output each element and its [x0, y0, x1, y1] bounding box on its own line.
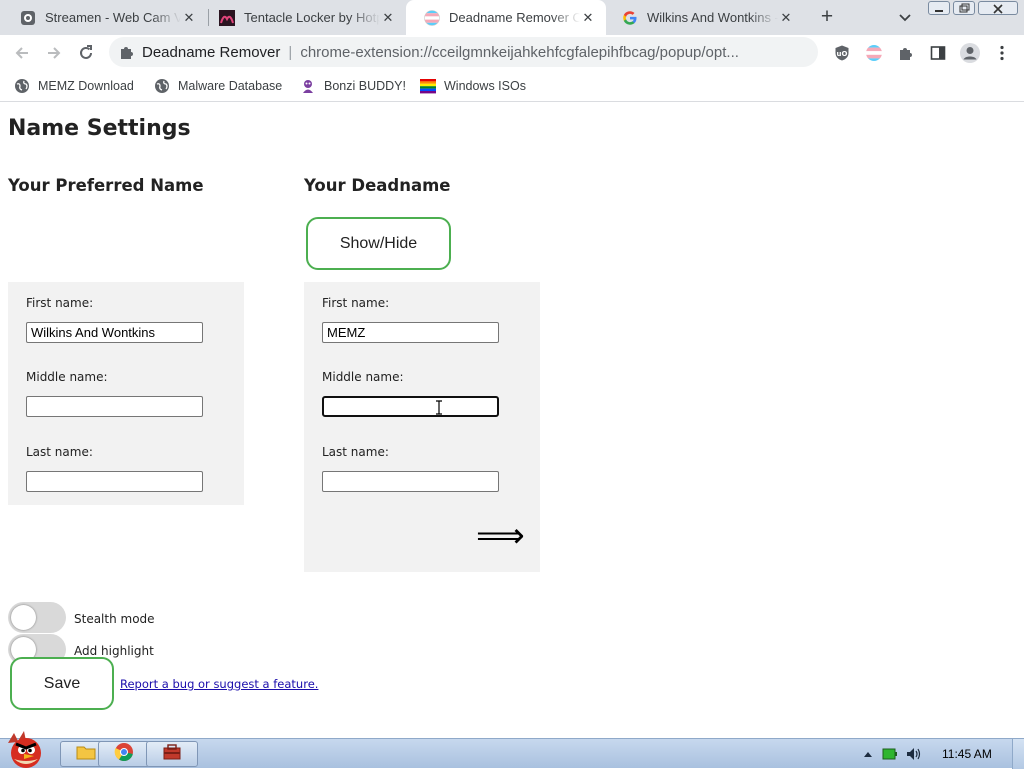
url-text: chrome-extension://cceilgmnkeijahkehfcgf…	[300, 44, 739, 61]
tab-tentacle-locker[interactable]: Tentacle Locker by Hotpotato ✕	[201, 0, 406, 35]
chrome-icon	[114, 742, 134, 767]
folder-icon	[76, 743, 96, 766]
tab-title: Deadname Remover Options	[449, 10, 580, 25]
side-panel-icon[interactable]	[925, 40, 951, 66]
page-title: Name Settings	[8, 116, 191, 141]
taskbar-chrome-button[interactable]	[98, 741, 150, 767]
text-cursor-icon	[435, 400, 443, 415]
google-favicon-icon	[622, 10, 638, 26]
last-name-label: Last name:	[26, 445, 93, 459]
close-tab-icon[interactable]: ✕	[380, 10, 396, 26]
preferred-name-panel: First name: Middle name: Last name:	[8, 282, 244, 505]
tray-expand-icon[interactable]	[860, 747, 876, 761]
extensions-puzzle-icon[interactable]	[893, 40, 919, 66]
globe-icon	[154, 78, 170, 94]
show-desktop-button[interactable]	[1012, 739, 1024, 769]
address-bar[interactable]: Deadname Remover | chrome-extension://ccei…	[109, 37, 818, 67]
tab-google-search[interactable]: Wilkins And Wontkins - Google Search ✕	[604, 0, 804, 35]
bookmark-label: Bonzi BUDDY!	[324, 79, 406, 93]
tray-battery-icon[interactable]	[882, 747, 898, 761]
address-text: Deadname Remover | chrome-extension://ccei…	[142, 44, 739, 61]
toolbox-icon	[162, 743, 182, 766]
bookmark-memz-download[interactable]: MEMZ Download	[14, 77, 134, 95]
tab-strip: Streamen - Web Cam Viewer ✕ Tentacle Loc…	[0, 0, 1024, 35]
bookmark-bonzi-buddy[interactable]: Bonzi BUDDY!	[300, 77, 406, 95]
bookmarks-bar: MEMZ Download Malware Database Bonzi BUD…	[0, 70, 1024, 102]
toggle-knob	[11, 605, 36, 630]
bookmark-windows-isos[interactable]: Windows ISOs	[420, 77, 526, 95]
deadname-middle-name-input[interactable]	[322, 396, 499, 417]
trans-flag-extension-icon[interactable]	[861, 40, 887, 66]
globe-icon	[14, 78, 30, 94]
preferred-name-heading: Your Preferred Name	[8, 176, 204, 195]
bookmark-label: Windows ISOs	[444, 79, 526, 93]
show-hide-button[interactable]: Show/Hide	[306, 217, 451, 270]
site-name: Deadname Remover	[142, 44, 281, 61]
deadname-heading: Your Deadname	[304, 176, 451, 195]
taskbar: 11:45 AM	[0, 731, 1024, 769]
preferred-last-name-input[interactable]	[26, 471, 203, 492]
kebab-menu-icon[interactable]	[989, 40, 1015, 66]
options-page: Name Settings Your Preferred Name Your D…	[0, 103, 1024, 738]
trans-flag-favicon-icon	[424, 9, 440, 26]
tab-search-chevron-icon[interactable]	[895, 7, 915, 27]
svg-text:uO: uO	[837, 50, 848, 58]
add-highlight-label: Add highlight	[74, 644, 154, 658]
tab-title: Streamen - Web Cam Viewer	[45, 10, 181, 25]
last-name-label: Last name:	[322, 445, 389, 459]
deadname-panel: First name: Middle name: Last name: ⟹	[304, 282, 540, 572]
new-tab-button[interactable]: +	[814, 5, 840, 29]
deadname-last-name-input[interactable]	[322, 471, 499, 492]
middle-name-label: Middle name:	[26, 370, 108, 384]
bookmark-label: Malware Database	[178, 79, 283, 93]
start-button-angry-bird-icon[interactable]	[0, 729, 54, 769]
report-bug-link[interactable]: Report a bug or suggest a feature.	[120, 677, 318, 691]
address-divider: |	[288, 44, 293, 61]
save-button[interactable]: Save	[10, 657, 114, 710]
tab-title: Wilkins And Wontkins - Google Search	[647, 10, 778, 25]
window-close-button[interactable]	[978, 1, 1018, 15]
taskbar-app-button[interactable]	[146, 741, 198, 767]
middle-name-label: Middle name:	[322, 370, 404, 384]
extension-puzzle-icon	[119, 44, 135, 60]
reload-icon[interactable]	[73, 40, 99, 66]
first-name-label: First name:	[322, 296, 390, 310]
restore-button[interactable]	[953, 1, 975, 15]
taskbar-clock[interactable]: 11:45 AM	[942, 747, 992, 761]
close-tab-icon[interactable]: ✕	[580, 10, 596, 26]
minimize-button[interactable]	[928, 1, 950, 15]
camera-favicon-icon	[20, 10, 36, 26]
stealth-mode-label: Stealth mode	[74, 612, 155, 626]
preferred-middle-name-input[interactable]	[26, 396, 203, 417]
double-arrow-icon: ⟹	[476, 516, 525, 556]
windows-flag-icon	[420, 78, 436, 94]
close-tab-icon[interactable]: ✕	[181, 10, 197, 26]
profile-avatar-icon[interactable]	[957, 40, 983, 66]
tray-volume-icon[interactable]	[906, 747, 922, 761]
tab-deadname-remover[interactable]: Deadname Remover Options ✕	[406, 0, 606, 35]
bonzi-icon	[300, 78, 316, 94]
bookmark-malware-database[interactable]: Malware Database	[154, 77, 282, 95]
deadname-first-name-input[interactable]	[322, 322, 499, 343]
forward-arrow-icon[interactable]	[41, 40, 67, 66]
first-name-label: First name:	[26, 296, 94, 310]
tab-streamen[interactable]: Streamen - Web Cam Viewer ✕	[2, 0, 207, 35]
close-tab-icon[interactable]: ✕	[778, 10, 794, 26]
back-arrow-icon[interactable]	[9, 40, 35, 66]
bookmark-label: MEMZ Download	[38, 79, 134, 93]
ublock-shield-icon[interactable]: uO	[829, 40, 855, 66]
game-favicon-icon	[219, 9, 235, 26]
preferred-first-name-input[interactable]	[26, 322, 203, 343]
browser-window: Streamen - Web Cam Viewer ✕ Tentacle Loc…	[0, 0, 1024, 738]
tab-title: Tentacle Locker by Hotpotato	[244, 10, 380, 25]
stealth-mode-toggle[interactable]	[8, 602, 66, 633]
